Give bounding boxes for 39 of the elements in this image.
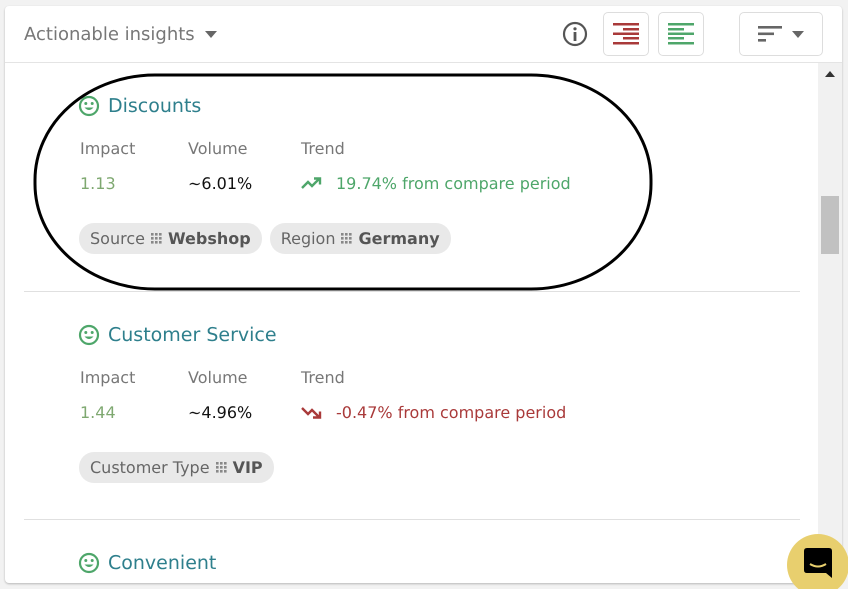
metric-label: Impact [80,139,136,158]
metric-value: 1.44 [80,403,117,422]
metric-value: ~4.96% [188,403,254,422]
align-right-icon [613,23,639,45]
scroll-thumb[interactable] [821,196,839,254]
align-right-button[interactable] [603,12,649,56]
insight-title[interactable]: Customer Service [108,324,277,346]
align-left-button[interactable] [658,12,704,56]
caret-icon [792,30,804,38]
scroll-up-icon[interactable] [825,71,835,77]
metric-label: Trend [301,368,346,387]
info-icon[interactable] [562,21,588,47]
align-left-icon [668,23,694,45]
sort-icon [758,26,782,42]
metric-label: Impact [80,368,136,387]
filter-tag[interactable]: Source Webshop [79,223,262,254]
smiley-icon [78,95,100,117]
metric-label: Volume [188,139,249,158]
insight-title[interactable]: Discounts [108,95,202,117]
grid-icon [150,233,162,244]
grid-icon [216,462,227,473]
panel-title[interactable]: Actionable insights [24,24,195,44]
metric-value: ~6.01% [188,174,254,193]
sort-button[interactable] [739,12,823,56]
metric-label: Trend [301,139,346,158]
grid-icon [341,233,352,244]
trend-text: -0.47% from compare period [336,403,566,422]
trend-text: 19.74% from compare period [336,174,571,193]
trend-down-icon [301,405,322,420]
insight-title[interactable]: Convenient [108,552,216,574]
caret-icon[interactable] [204,30,217,38]
smiley-icon [78,324,100,346]
filter-tag[interactable]: Region Germany [270,223,451,254]
trend-up-icon [301,176,322,191]
metric-value: 1.13 [80,174,117,193]
filter-tag[interactable]: Customer Type VIP [79,452,274,483]
smiley-icon [78,552,100,574]
chat-icon[interactable] [804,548,832,578]
metric-label: Volume [188,368,249,387]
